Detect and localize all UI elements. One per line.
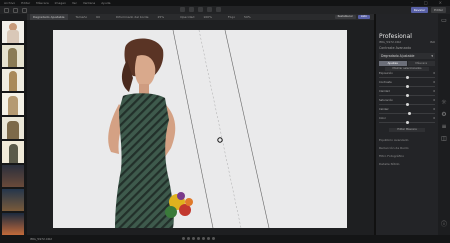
adjustment-slider[interactable]: Exposición 0 (379, 72, 435, 81)
show-selected-button[interactable]: Mostrar seleccionados (385, 67, 429, 71)
status-bar: IMG_5972.CR2 (0, 235, 450, 243)
slider-knob[interactable] (405, 103, 409, 106)
adjustment-slider[interactable]: Claridad 0 (379, 90, 435, 99)
tool-link[interactable]: Equilibrio Avanzado (379, 136, 435, 144)
filmstrip-thumbnail[interactable] (2, 165, 24, 187)
filmstrip-thumbnail[interactable] (2, 93, 24, 115)
slider-knob[interactable] (405, 121, 409, 124)
slider-value: 0 (433, 108, 435, 111)
slider-knob[interactable] (408, 112, 412, 115)
slider-list: Exposición 0 Contraste 0 Claridad 0 Saturación… (379, 72, 435, 126)
nav-dot[interactable] (202, 237, 205, 240)
chevron-down-icon[interactable]: ▾ (431, 53, 433, 59)
adjustment-slider[interactable]: Saturación 0 (379, 99, 435, 108)
filmstrip-thumbnail[interactable] (2, 189, 24, 211)
tool-link[interactable]: Detalle Nítido (379, 160, 435, 168)
nav-dot[interactable] (192, 237, 195, 240)
option-feather-value: 25% (157, 15, 165, 19)
slider-knob[interactable] (405, 76, 409, 79)
slider-track[interactable] (379, 103, 435, 106)
panel-tabs: Ajustes Máscara (379, 61, 435, 66)
radial-tool-button[interactable] (207, 7, 212, 12)
photo-artwork (53, 30, 347, 228)
option-flow-label: Flujo (227, 15, 236, 19)
filmstrip-thumbnail[interactable] (2, 69, 24, 91)
filmstrip-thumbnail[interactable] (2, 21, 24, 43)
section-advanced-contrast[interactable]: Contraste Avanzado (379, 45, 435, 51)
slider-track[interactable] (379, 94, 435, 97)
icon-rail: ▭ ☼ ⚙ ≡ ◫ ⓘ (438, 14, 450, 235)
option-opacity-label: Opacidad (180, 15, 195, 19)
info-icon[interactable]: ⓘ (441, 222, 447, 228)
app-window: Archivo Editar Máscara Imagen Ver Ventan… (0, 0, 450, 243)
nav-dot[interactable] (197, 237, 200, 240)
option-buttons: Restablecer Listo (334, 15, 370, 19)
nav-dot[interactable] (187, 237, 190, 240)
nav-dot[interactable] (212, 237, 215, 240)
tool-link[interactable]: Filtro Fotográfico (379, 152, 435, 160)
crop-tool-button[interactable] (180, 7, 185, 12)
status-filename: IMG_5972.CR2 (30, 237, 52, 241)
adjustment-slider[interactable]: Calidez 0 (379, 108, 435, 117)
filmstrip (0, 20, 27, 235)
mask-icon[interactable]: ◫ (441, 136, 447, 142)
panel-title: Profesional (379, 33, 412, 40)
grid-icon[interactable] (4, 7, 9, 13)
erase-tool-button[interactable] (216, 7, 221, 12)
slider-knob[interactable] (405, 94, 409, 97)
slider-track[interactable] (379, 121, 435, 124)
adjustment-slider[interactable]: Color 0 (379, 117, 435, 126)
file-iso: ISO (429, 40, 435, 44)
option-feather-label: Difuminado del borde (116, 15, 149, 19)
slider-value: 0 (433, 90, 435, 93)
nav-dot[interactable] (207, 237, 210, 240)
sun-icon[interactable]: ☼ (441, 100, 447, 106)
slider-track[interactable] (379, 112, 435, 115)
page-dots (182, 237, 215, 240)
slider-track[interactable] (379, 85, 435, 88)
filmstrip-thumbnail[interactable] (2, 45, 24, 67)
section-gradient[interactable]: Degradado Ajustable ▾ (379, 53, 435, 59)
option-size-value: 60 (96, 15, 100, 19)
gear-icon[interactable]: ⚙ (441, 112, 447, 118)
slider-value: 0 (433, 117, 435, 120)
brush-tool-button[interactable] (189, 7, 194, 12)
adjustments-panel: Profesional IMG_5972.CR2 ISO Contraste A… (376, 14, 438, 235)
option-flow-value: 50% (244, 15, 251, 19)
done-button[interactable]: Listo (357, 15, 370, 19)
slider-value: 0 (433, 99, 435, 102)
filmstrip-thumbnail[interactable] (2, 141, 24, 163)
histogram-icon[interactable]: ▭ (441, 18, 447, 24)
develop-button[interactable]: Revelar (410, 7, 429, 13)
slider-track[interactable] (379, 76, 435, 79)
gradient-tool-button[interactable] (198, 7, 203, 12)
slider-label: Calidez (379, 108, 389, 111)
tab-mask[interactable]: Máscara (407, 61, 435, 66)
edit-button[interactable]: Editar (431, 7, 446, 13)
slider-knob[interactable] (405, 85, 409, 88)
adjustment-slider[interactable]: Contraste 0 (379, 81, 435, 90)
option-opacity-value: 100% (203, 15, 212, 19)
section-gradient-label: Degradado Ajustable (381, 54, 415, 58)
filmstrip-thumbnail[interactable] (2, 117, 24, 139)
section-advanced-contrast-label: Contraste Avanzado (379, 46, 412, 50)
tool-link[interactable]: Reducción de Ruido (379, 144, 435, 152)
zoom-icon[interactable] (22, 7, 27, 13)
toolbar-actions: Revelar Editar (410, 7, 446, 13)
reset-button[interactable]: Restablecer (334, 15, 356, 19)
photo[interactable] (53, 30, 347, 228)
image-canvas[interactable] (27, 20, 374, 235)
pan-icon[interactable] (13, 7, 18, 13)
slider-value: 0 (433, 72, 435, 75)
toolbar: Revelar Editar (0, 6, 450, 14)
toolbar-tools (180, 7, 221, 12)
tab-adjustments[interactable]: Ajustes (379, 61, 407, 66)
filmstrip-thumbnail[interactable] (2, 213, 24, 235)
nav-dot[interactable] (182, 237, 185, 240)
slider-value: 0 (433, 81, 435, 84)
edit-mask-button[interactable]: Editar Máscara (389, 128, 425, 132)
option-size-label: Tamaño (75, 15, 88, 19)
layers-icon[interactable]: ≡ (441, 124, 447, 130)
